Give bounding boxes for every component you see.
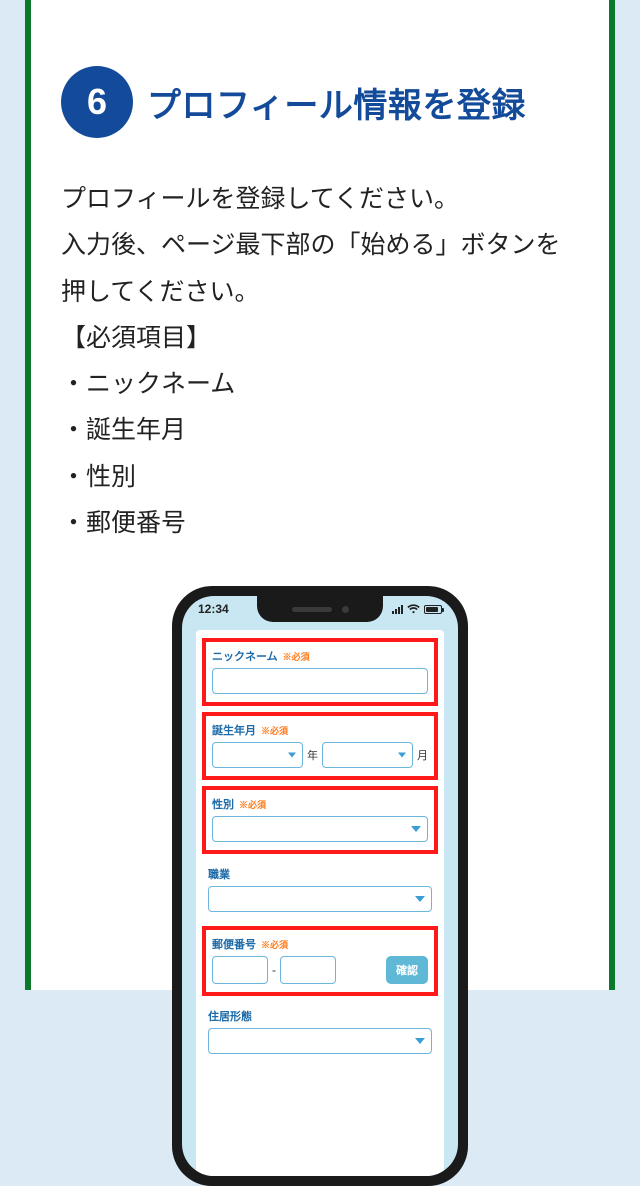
instruction-card: 6 プロフィール情報を登録 プロフィールを登録してください。 入力後、ページ最下… (25, 0, 615, 990)
signal-icon (392, 605, 403, 614)
occupation-label: 職業 (208, 866, 230, 882)
required-heading: 【必須項目】 (61, 315, 579, 361)
birth-label: 誕生年月 (212, 722, 256, 738)
body-line: 入力後、ページ最下部の「始める」ボタンを押してください。 (61, 222, 579, 315)
step-number-badge: 6 (61, 66, 133, 138)
postal-confirm-button[interactable]: 確認 (386, 956, 428, 984)
chevron-down-icon (411, 826, 421, 832)
field-postal: 郵便番号 ※必須 - 確認 (202, 926, 438, 996)
birth-month-select[interactable] (322, 742, 413, 768)
phone-frame: 12:34 ニックネーム (172, 586, 468, 1186)
nickname-input[interactable] (212, 668, 428, 694)
required-mark: ※必須 (261, 938, 288, 951)
month-unit: 月 (417, 747, 428, 763)
phone-mockup-wrap: 12:34 ニックネーム (61, 586, 579, 1186)
nickname-label: ニックネーム (212, 648, 278, 664)
required-mark: ※必須 (283, 650, 310, 663)
gender-label: 性別 (212, 796, 234, 812)
speaker-icon (292, 607, 332, 612)
required-mark: ※必須 (261, 724, 288, 737)
field-nickname: ニックネーム ※必須 (202, 638, 438, 706)
status-time: 12:34 (198, 602, 229, 616)
occupation-select[interactable] (208, 886, 432, 912)
postal-dash: - (272, 963, 276, 977)
camera-dot-icon (342, 606, 349, 613)
chevron-down-icon (415, 896, 425, 902)
step-heading: 6 プロフィール情報を登録 (61, 66, 579, 138)
step-number: 6 (87, 81, 107, 123)
battery-icon (424, 605, 442, 614)
phone-screen: 12:34 ニックネーム (182, 596, 458, 1176)
body-line: プロフィールを登録してください。 (61, 176, 579, 222)
instruction-body: プロフィールを登録してください。 入力後、ページ最下部の「始める」ボタンを押して… (61, 176, 579, 546)
required-item: ・郵便番号 (61, 500, 579, 546)
required-item: ・性別 (61, 454, 579, 500)
birth-year-select[interactable] (212, 742, 303, 768)
housing-label: 住居形態 (208, 1008, 252, 1024)
housing-select[interactable] (208, 1028, 432, 1054)
profile-form: ニックネーム ※必須 誕生年月 ※必須 年 (196, 630, 444, 1176)
status-right (392, 604, 442, 614)
year-unit: 年 (307, 747, 318, 763)
postal-input-2[interactable] (280, 956, 336, 984)
required-item: ・誕生年月 (61, 407, 579, 453)
required-mark: ※必須 (239, 798, 266, 811)
field-gender: 性別 ※必須 (202, 786, 438, 854)
chevron-down-icon (398, 753, 406, 758)
wifi-icon (407, 604, 420, 614)
phone-notch (257, 596, 383, 622)
gender-select[interactable] (212, 816, 428, 842)
field-birth: 誕生年月 ※必須 年 月 (202, 712, 438, 780)
field-occupation: 職業 (202, 860, 438, 920)
field-housing: 住居形態 (202, 1002, 438, 1062)
chevron-down-icon (415, 1038, 425, 1044)
required-item: ・ニックネーム (61, 361, 579, 407)
postal-label: 郵便番号 (212, 936, 256, 952)
step-title: プロフィール情報を登録 (147, 78, 526, 127)
postal-input-1[interactable] (212, 956, 268, 984)
chevron-down-icon (288, 753, 296, 758)
